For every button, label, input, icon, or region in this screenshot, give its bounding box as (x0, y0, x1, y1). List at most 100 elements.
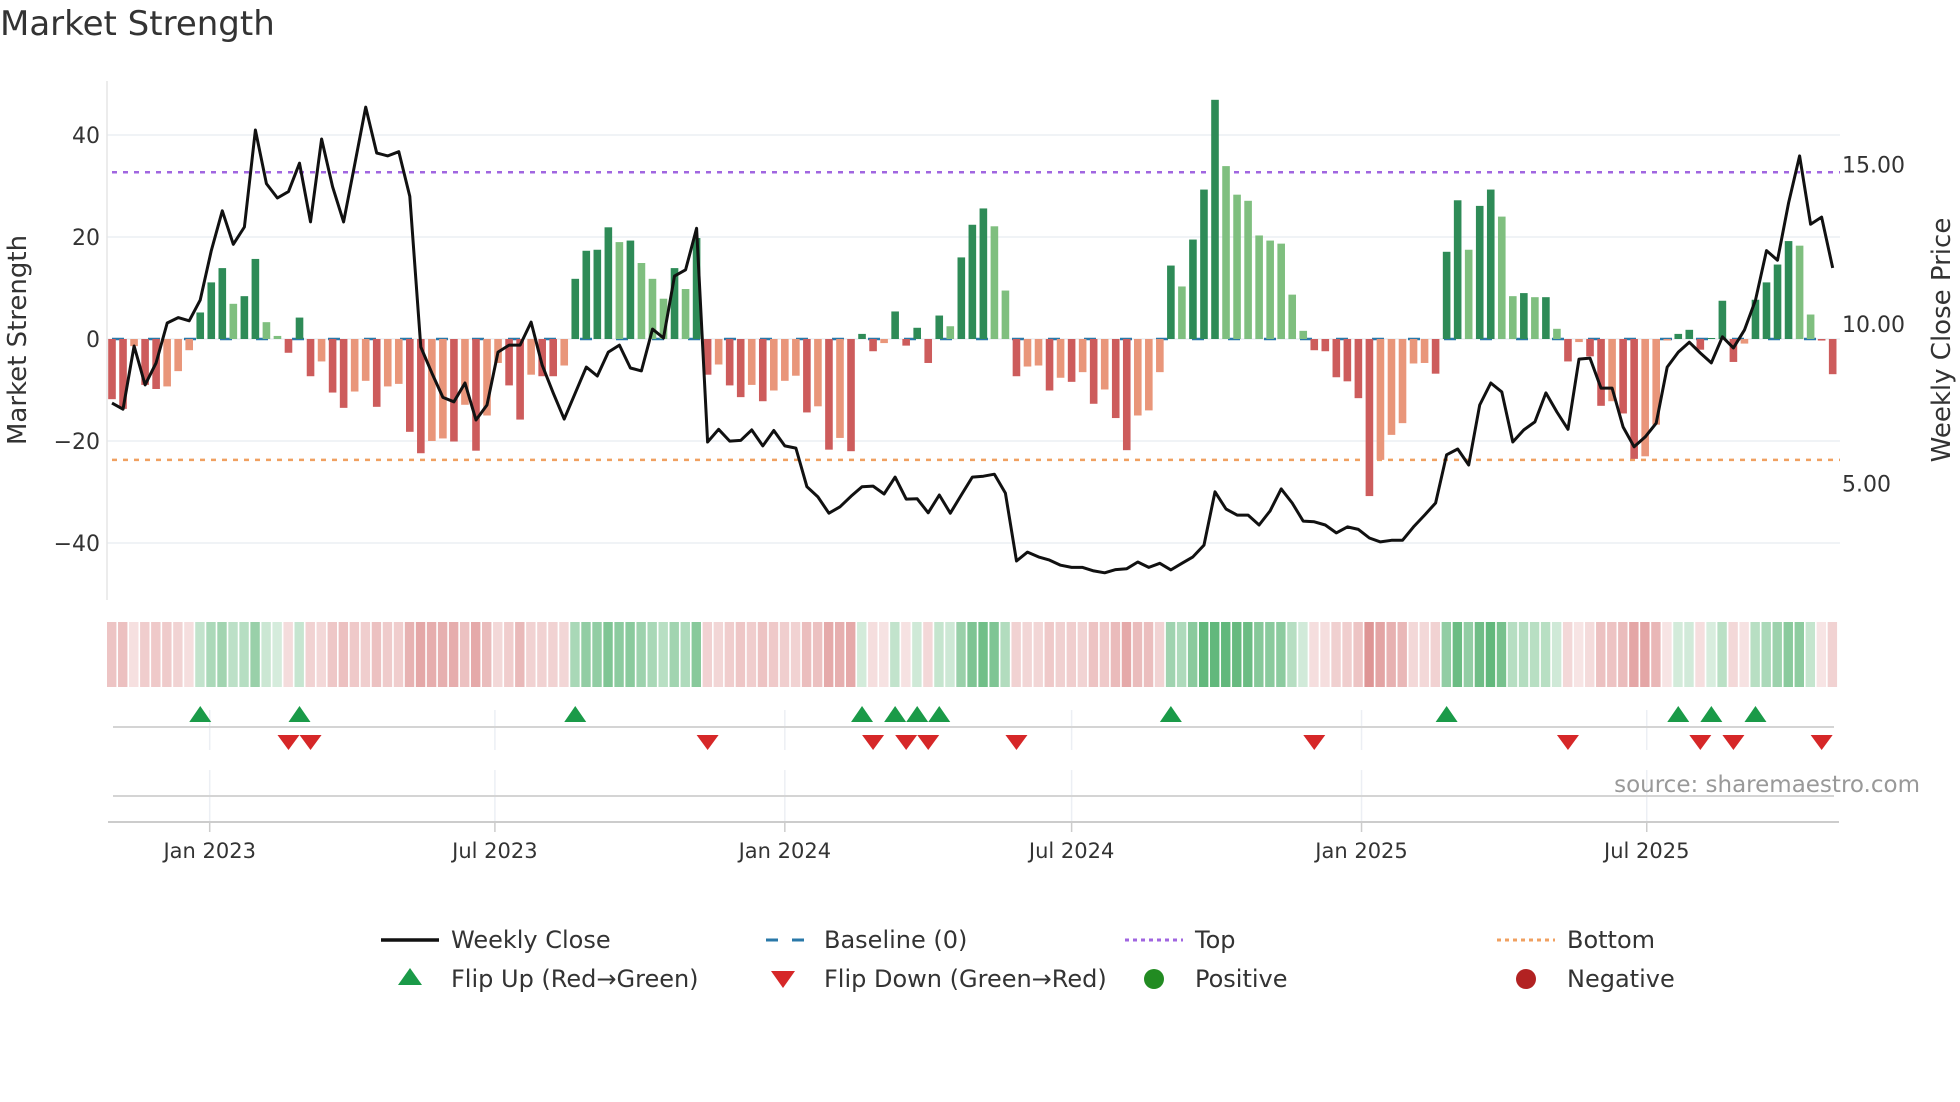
heat-cell (239, 622, 249, 687)
heat-cell (129, 622, 139, 687)
heat-cell (989, 622, 999, 687)
strength-bar (1122, 339, 1131, 451)
strength-bar (163, 339, 171, 387)
flip-down-marker (299, 735, 322, 750)
heat-cell (206, 622, 216, 687)
strength-bar (185, 339, 194, 351)
flip-up-marker (1159, 706, 1182, 722)
legend-label: Top (1194, 926, 1236, 954)
strength-bar (1078, 339, 1087, 373)
strength-bar (1509, 296, 1517, 339)
heat-cell (713, 622, 724, 687)
heat-cell (1739, 622, 1749, 687)
heat-cell (1033, 622, 1043, 687)
heat-cell (801, 622, 812, 687)
flip-up-marker (1667, 706, 1690, 722)
strength-bar (1354, 339, 1363, 399)
heat-cell (1342, 622, 1352, 687)
strength-bar (1233, 194, 1241, 339)
heat-cell (1518, 622, 1529, 687)
y-axis-title: Market Strength (3, 235, 33, 445)
strength-bar (858, 333, 866, 339)
strength-bar (1817, 339, 1826, 341)
flip-up-marker (884, 706, 907, 722)
heat-cell (934, 622, 944, 687)
strength-bar (218, 268, 227, 339)
strength-bar (1453, 200, 1462, 339)
strength-bar (1740, 339, 1749, 344)
strength-bar (1266, 240, 1274, 339)
heat-cell (151, 622, 161, 687)
legend-label: Bottom (1567, 926, 1655, 954)
strength-bar (394, 339, 403, 384)
heat-cell (1463, 622, 1474, 687)
strength-bar (902, 339, 910, 346)
heat-cell (1684, 622, 1694, 687)
heat-cell (812, 622, 823, 687)
strength-bar (747, 339, 756, 385)
y-tick-label: 40 (72, 124, 100, 149)
strength-bar (273, 335, 282, 339)
strength-bar (1023, 339, 1032, 367)
heat-cell (1695, 622, 1705, 687)
heat-cell (1783, 622, 1793, 687)
strength-bar (1806, 314, 1815, 339)
strength-bar (1597, 339, 1605, 406)
heat-cell (1728, 622, 1738, 687)
heat-cell (647, 622, 657, 687)
heat-cell (349, 622, 360, 687)
strength-bar (968, 224, 977, 339)
strength-bar (770, 339, 778, 391)
heat-cell (426, 622, 437, 687)
heat-cell (1165, 622, 1176, 687)
strength-bar (1431, 339, 1440, 374)
heat-cell (923, 622, 933, 687)
strength-bar (472, 339, 480, 451)
strength-bar (626, 240, 635, 339)
heat-cell (757, 622, 768, 687)
strength-bar (1828, 339, 1837, 375)
strength-bar (924, 339, 933, 363)
strength-bar (990, 226, 999, 339)
strength-bar (284, 339, 293, 353)
heat-cell (658, 622, 668, 687)
strength-bars (108, 99, 1837, 497)
heat-cell (1331, 622, 1341, 687)
x-tick-label: Jul 2025 (1602, 839, 1689, 863)
heat-cell (1662, 622, 1672, 687)
strength-bar (1442, 251, 1451, 339)
flip-down-marker (895, 735, 918, 750)
x-tick-label: Jan 2023 (161, 839, 256, 863)
strength-bar (1531, 297, 1539, 339)
heat-cell (1408, 622, 1418, 687)
strength-bar (1420, 339, 1429, 363)
heat-cell (217, 622, 227, 687)
strength-bar (527, 339, 535, 375)
y2-tick-label: 5.00 (1842, 473, 1891, 498)
heat-cell (834, 622, 845, 687)
heat-cell (614, 622, 624, 687)
strength-bar (1718, 300, 1727, 339)
heat-cell (603, 622, 613, 687)
heat-cell (967, 622, 977, 687)
strength-bar (1133, 339, 1142, 416)
heat-cell (1243, 622, 1253, 687)
heat-cell (1496, 622, 1507, 687)
flip-down-marker (862, 735, 885, 750)
strength-bar (262, 322, 271, 339)
heat-cell (1375, 622, 1385, 687)
strength-bar (979, 208, 988, 339)
heat-cell (768, 622, 779, 687)
x-tick-label: Jan 2024 (737, 839, 832, 863)
source-label: source: sharemaestro.com (1614, 772, 1920, 798)
heat-cell (228, 622, 238, 687)
heat-cell (537, 622, 547, 687)
strength-bar (803, 339, 811, 413)
flip-down-marker (277, 735, 300, 750)
heat-cell (879, 622, 889, 687)
heat-cell (1276, 622, 1286, 687)
strength-bar (207, 282, 216, 339)
heat-cell (504, 622, 514, 687)
strength-bar (1200, 189, 1208, 339)
strength-bar (1795, 245, 1804, 339)
